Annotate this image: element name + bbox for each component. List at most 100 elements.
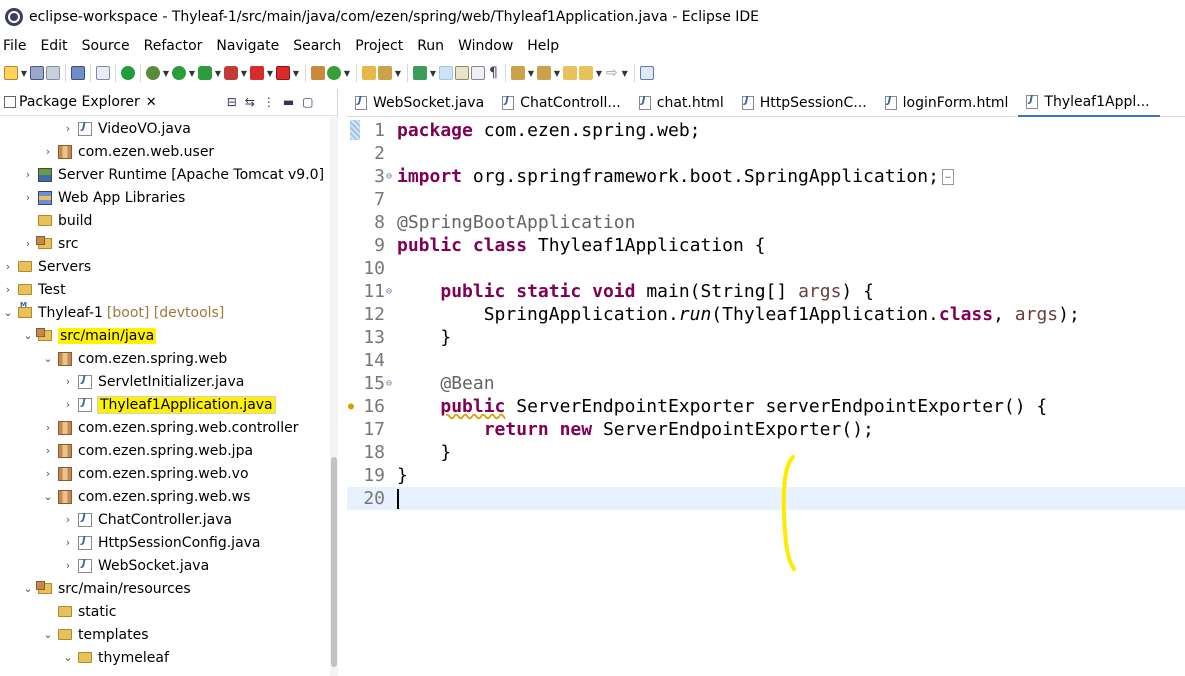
tree-item[interactable]: › com.ezen.web.user: [0, 140, 214, 163]
chevron-down-icon[interactable]: ▼: [265, 69, 275, 78]
menu-navigate[interactable]: Navigate: [211, 38, 288, 54]
previous-annotation-icon[interactable]: [536, 66, 551, 80]
external-tools-icon[interactable]: [224, 66, 238, 80]
code-line[interactable]: 8 @SpringBootApplication: [347, 211, 1185, 234]
chevron-down-icon[interactable]: ▼: [291, 69, 301, 78]
tree-item[interactable]: › com.ezen.spring.web.controller: [0, 416, 299, 439]
debug-icon[interactable]: [146, 66, 160, 80]
chevron-right-icon[interactable]: ›: [22, 237, 34, 250]
chevron-down-icon[interactable]: ▼: [526, 69, 536, 78]
tree-item[interactable]: › VideoVO.java: [0, 117, 191, 140]
code-editor[interactable]: 1 package com.ezen.spring.web; 2 3 ⊖ import o…: [347, 117, 1185, 676]
terminal-icon[interactable]: [71, 66, 85, 80]
chevron-down-icon[interactable]: ▼: [552, 69, 562, 78]
chevron-down-icon[interactable]: ▼: [594, 69, 604, 78]
tree-item[interactable]: static: [0, 600, 116, 623]
chevron-down-icon[interactable]: ⌄: [42, 628, 54, 641]
chevron-down-icon[interactable]: ⌄: [42, 490, 54, 503]
fold-toggle-icon[interactable]: ⊖: [386, 378, 394, 389]
tree-item[interactable]: › WebSocket.java: [0, 554, 209, 577]
code-line[interactable]: 14: [347, 349, 1185, 372]
save-icon[interactable]: [30, 66, 44, 80]
menu-window[interactable]: Window: [453, 38, 522, 54]
chevron-right-icon[interactable]: ›: [22, 168, 34, 181]
code-line[interactable]: 12 SpringApplication.run(Thyleaf1Applica…: [347, 303, 1185, 326]
show-whitespace-icon[interactable]: ¶: [489, 63, 498, 83]
chevron-down-icon[interactable]: ⌄: [2, 306, 14, 319]
tree-item[interactable]: ⌄ com.ezen.spring.web: [0, 347, 227, 370]
link-with-editor-icon[interactable]: ⇆: [245, 95, 255, 109]
next-annotation-icon[interactable]: [510, 66, 525, 80]
stop-icon[interactable]: [250, 66, 264, 80]
chevron-right-icon[interactable]: ›: [2, 283, 14, 296]
new-icon[interactable]: [4, 66, 18, 80]
chevron-down-icon[interactable]: ▼: [393, 69, 403, 78]
menu-project[interactable]: Project: [350, 38, 412, 54]
open-task-icon[interactable]: [378, 66, 392, 80]
code-line[interactable]: 10: [347, 257, 1185, 280]
tree-scrollbar-thumb[interactable]: [331, 457, 337, 667]
chevron-down-icon[interactable]: ⌄: [62, 651, 74, 664]
open-type-icon[interactable]: [362, 66, 376, 80]
editor-tab[interactable]: ChatControll...: [494, 89, 631, 117]
chevron-right-icon[interactable]: ›: [62, 398, 74, 411]
code-line[interactable]: 20: [347, 487, 1185, 510]
code-line[interactable]: ● 16 public ServerEndpointExporter server…: [347, 395, 1185, 418]
fold-toggle-icon[interactable]: ⊖: [386, 286, 394, 297]
chevron-down-icon[interactable]: ⌄: [22, 329, 34, 342]
menu-help[interactable]: Help: [522, 38, 568, 54]
editor-tab[interactable]: loginForm.html: [877, 89, 1019, 117]
chevron-down-icon[interactable]: ▼: [187, 69, 197, 78]
toggle-block-selection-icon[interactable]: [455, 66, 469, 80]
code-line[interactable]: 13 }: [347, 326, 1185, 349]
chevron-right-icon[interactable]: ›: [62, 536, 74, 549]
code-line[interactable]: 7: [347, 188, 1185, 211]
new-package-icon[interactable]: [311, 66, 325, 80]
menu-edit[interactable]: Edit: [35, 38, 76, 54]
code-line[interactable]: 11 ⊖ public static void main(String[] arg…: [347, 280, 1185, 303]
chevron-down-icon[interactable]: ▼: [620, 69, 630, 78]
tree-item[interactable]: ⌄ templates: [0, 623, 148, 646]
chevron-down-icon[interactable]: ▼: [428, 69, 438, 78]
chevron-right-icon[interactable]: ›: [42, 421, 54, 434]
code-line[interactable]: 19}: [347, 464, 1185, 487]
view-menu-icon[interactable]: ⋮: [263, 95, 275, 109]
code-line[interactable]: 9 public class Thyleaf1Application {: [347, 234, 1185, 257]
chevron-right-icon[interactable]: ›: [62, 375, 74, 388]
tree-item[interactable]: › HttpSessionConfig.java: [0, 531, 261, 554]
last-edit-icon[interactable]: [562, 66, 577, 80]
editor-tab[interactable]: HttpSessionC...: [734, 89, 877, 117]
chevron-down-icon[interactable]: ▼: [239, 69, 249, 78]
code-line[interactable]: 2: [347, 142, 1185, 165]
collapsed-imports-icon[interactable]: …: [941, 168, 954, 185]
tree-item[interactable]: › Web App Libraries: [0, 186, 185, 209]
tree-item[interactable]: › Thyleaf1Application.java: [0, 393, 276, 416]
coverage-icon[interactable]: [198, 66, 212, 80]
chevron-down-icon[interactable]: ▼: [161, 69, 171, 78]
run-icon[interactable]: [172, 66, 186, 80]
close-icon[interactable]: ✕: [146, 95, 157, 110]
tree-item[interactable]: › ServletInitializer.java: [0, 370, 245, 393]
code-line[interactable]: 18 }: [347, 441, 1185, 464]
tree-scrollbar[interactable]: [330, 117, 338, 676]
word-wrap-icon[interactable]: [471, 66, 485, 80]
chevron-right-icon[interactable]: ›: [42, 444, 54, 457]
chevron-right-icon[interactable]: ›: [62, 122, 74, 135]
pin-editor-icon[interactable]: [639, 66, 654, 80]
tree-item[interactable]: › com.ezen.spring.web.jpa: [0, 439, 253, 462]
editor-tab[interactable]: chat.html: [631, 89, 734, 117]
search-icon[interactable]: [413, 66, 427, 80]
tree-item[interactable]: ⌄ src/main/java: [0, 324, 157, 347]
chevron-down-icon[interactable]: ▼: [342, 69, 352, 78]
forward-icon[interactable]: ⇨: [606, 63, 618, 83]
tree-item[interactable]: ⌄ thymeleaf: [0, 646, 169, 669]
collapse-all-icon[interactable]: ⊟: [227, 95, 237, 109]
chevron-right-icon[interactable]: ›: [42, 145, 54, 158]
server-stop-icon[interactable]: [276, 66, 290, 80]
editor-tab[interactable]: WebSocket.java: [347, 89, 494, 117]
chevron-right-icon[interactable]: ›: [62, 513, 74, 526]
tree-item[interactable]: build: [0, 209, 92, 232]
minimize-icon[interactable]: ▬: [283, 95, 294, 109]
chevron-right-icon[interactable]: ›: [62, 559, 74, 572]
new-class-icon[interactable]: [327, 66, 341, 80]
